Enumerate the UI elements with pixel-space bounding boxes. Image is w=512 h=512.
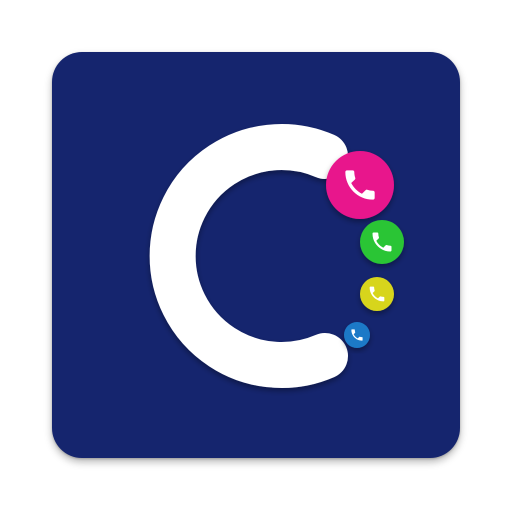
yellow-phone-bubble	[360, 277, 394, 311]
app-logo	[149, 124, 404, 388]
blue-phone-bubble-circle	[344, 322, 370, 348]
green-phone-bubble-circle	[360, 220, 404, 264]
green-phone-bubble	[360, 220, 404, 264]
app-icon-canvas	[0, 0, 512, 512]
letter-c-logo	[149, 124, 348, 388]
pink-phone-bubble	[326, 151, 394, 219]
phone-bubbles	[326, 151, 404, 348]
yellow-phone-bubble-circle	[360, 277, 394, 311]
blue-phone-bubble	[344, 322, 370, 348]
pink-phone-bubble-circle	[326, 151, 394, 219]
